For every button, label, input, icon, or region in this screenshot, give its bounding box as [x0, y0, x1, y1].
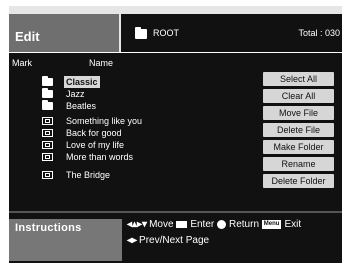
header-bar: Edit ROOT Total : 030	[9, 6, 342, 52]
list-item-label: Back for good	[66, 128, 122, 138]
rename-button[interactable]: Rename	[263, 157, 334, 171]
list-item-label: More than words	[66, 152, 134, 162]
move-hint: Move	[149, 219, 174, 230]
location-bar: ROOT Total : 030	[121, 14, 342, 52]
clear-all-button[interactable]: Clear All	[263, 89, 334, 103]
column-header-name: Name	[89, 58, 114, 68]
instructions-line-1: ◂▴▸▾ Move Enter Return Menu Exit	[127, 219, 301, 230]
music-file-icon	[42, 153, 53, 161]
enter-hint: Enter	[190, 219, 215, 230]
column-header-mark: Mark	[12, 58, 32, 68]
folder-icon	[42, 88, 53, 98]
music-file-icon	[42, 141, 53, 149]
left-right-arrows-icon: ◂▸	[127, 235, 138, 246]
instructions-title: Instructions	[15, 222, 82, 234]
list-item-label: Love of my life	[66, 140, 125, 150]
list-item-label: The Bridge	[66, 170, 111, 180]
menu-key-icon: Menu	[261, 219, 282, 229]
file-list-panel: Mark Name Classic Jazz Beatles Something…	[9, 53, 342, 211]
select-all-button[interactable]: Select All	[263, 72, 334, 86]
return-key-icon	[217, 219, 226, 229]
total-count: Total : 030	[298, 28, 340, 38]
prev-next-hint: Prev/Next Page	[139, 235, 210, 246]
list-item-label: Classic	[64, 76, 100, 88]
screen-title-box: Edit	[9, 14, 119, 52]
edit-screen: Edit ROOT Total : 030 Mark Name Classic …	[0, 0, 342, 265]
folder-icon	[42, 100, 53, 110]
exit-hint: Exit	[284, 219, 302, 230]
instructions-bar: Instructions ◂▴▸▾ Move Enter Return Menu E…	[9, 211, 342, 263]
enter-key-icon	[176, 220, 188, 228]
music-file-icon	[42, 171, 53, 179]
arrows-icon: ◂▴▸▾	[127, 219, 148, 230]
music-file-icon	[42, 129, 53, 137]
delete-file-button[interactable]: Delete File	[263, 123, 334, 137]
list-item-label: Jazz	[66, 89, 85, 99]
move-file-button[interactable]: Move File	[263, 106, 334, 120]
make-folder-button[interactable]: Make Folder	[263, 140, 334, 154]
instructions-line-2: ◂▸ Prev/Next Page	[127, 235, 209, 246]
instructions-title-box: Instructions	[9, 219, 122, 261]
list-item-label: Something like you	[66, 116, 143, 126]
return-hint: Return	[229, 219, 260, 230]
folder-icon	[42, 76, 53, 86]
music-file-icon	[42, 117, 53, 125]
list-item-label: Beatles	[66, 101, 97, 111]
screen-title: Edit	[15, 29, 40, 44]
delete-folder-button[interactable]: Delete Folder	[263, 174, 334, 188]
folder-icon	[135, 27, 147, 39]
current-folder: ROOT	[153, 28, 179, 38]
